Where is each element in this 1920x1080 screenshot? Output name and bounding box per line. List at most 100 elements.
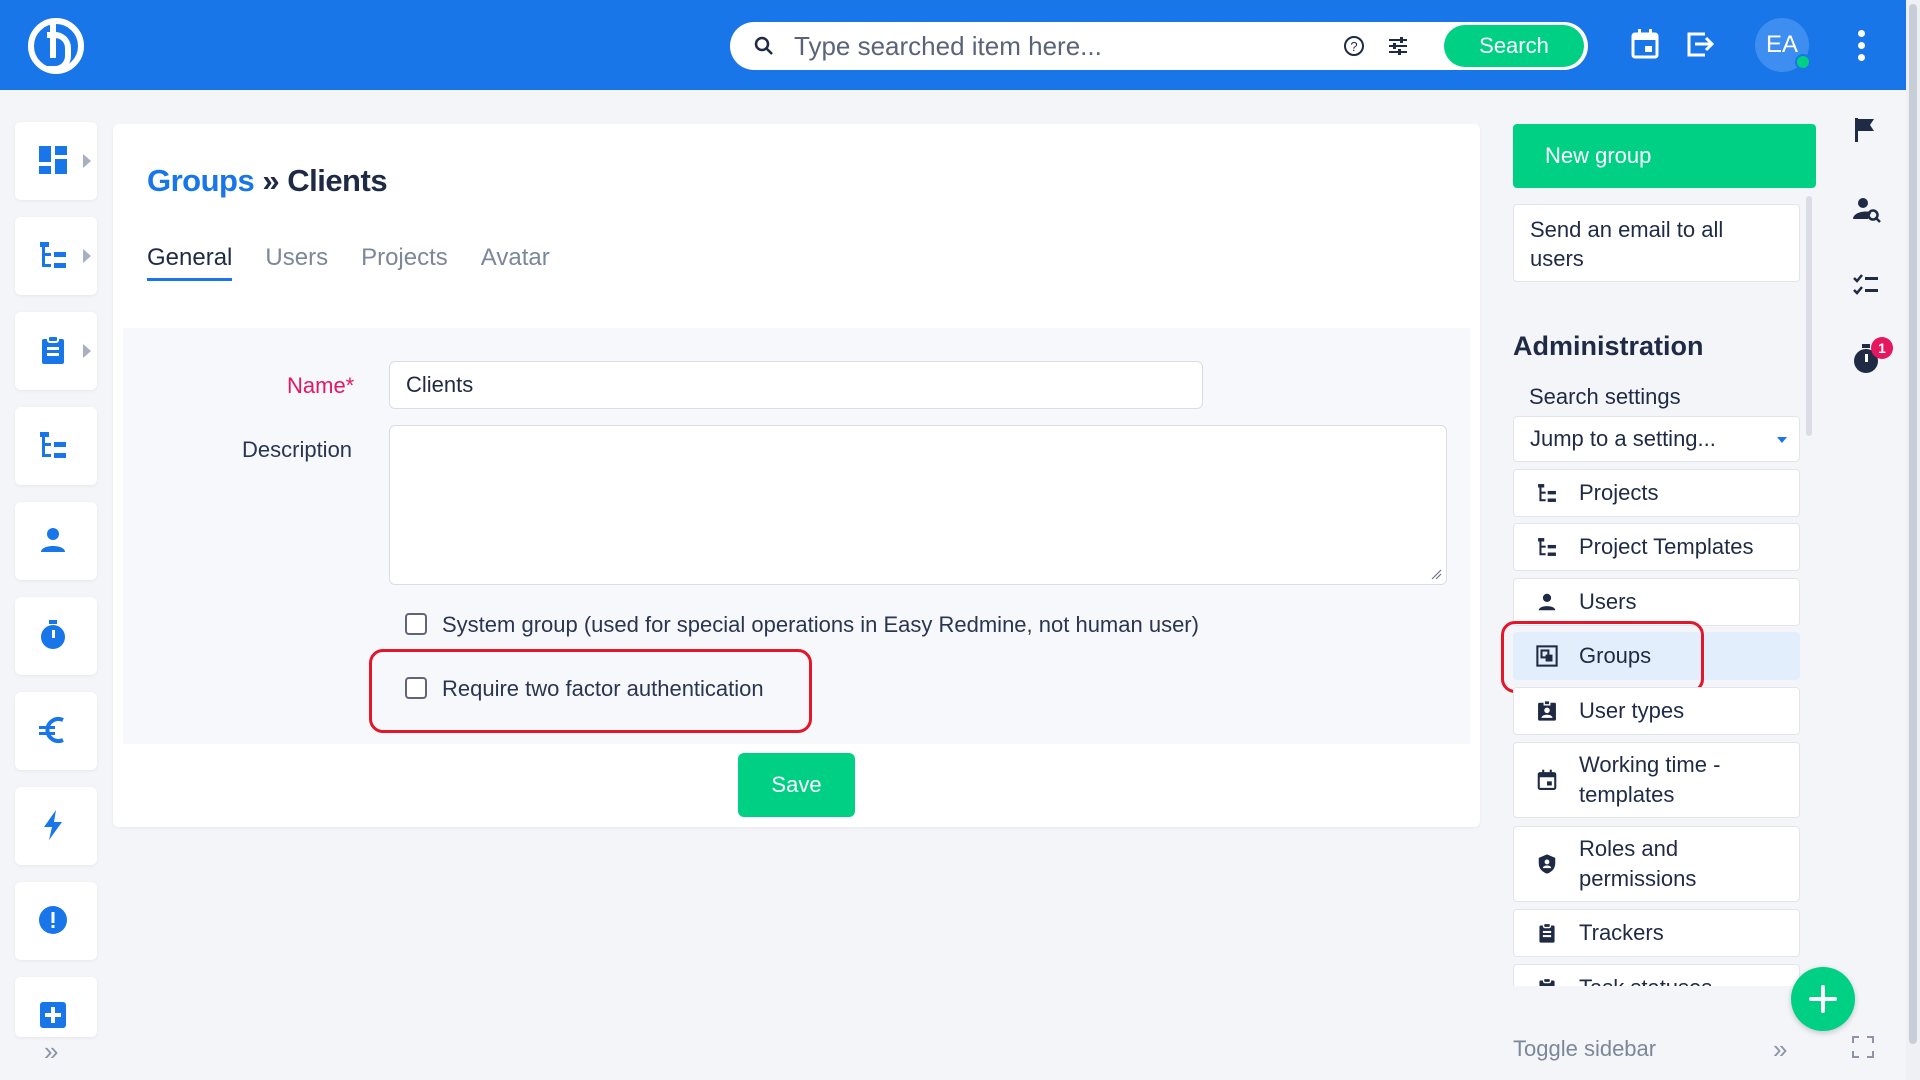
logout-icon[interactable] — [1685, 28, 1715, 60]
quick-add-button[interactable] — [1791, 967, 1855, 1031]
tab-projects[interactable]: Projects — [361, 244, 448, 281]
user-search-icon[interactable] — [1852, 195, 1882, 225]
tab-bar: General Users Projects Avatar — [147, 244, 550, 281]
tab-users[interactable]: Users — [265, 244, 328, 281]
resize-grip-icon[interactable] — [1430, 568, 1442, 580]
name-field[interactable]: Clients — [389, 361, 1203, 409]
add-box-icon — [40, 1002, 66, 1028]
search-input[interactable] — [794, 28, 1334, 64]
tab-avatar[interactable]: Avatar — [481, 244, 550, 281]
sidebar-item-roles[interactable]: Roles and permissions — [1513, 826, 1800, 902]
administration-heading: Administration — [1513, 331, 1704, 361]
dropdown-caret-icon — [1777, 437, 1787, 443]
expand-arrow-icon — [83, 154, 91, 168]
sidebar-item-label: Project Templates — [1579, 534, 1754, 559]
sidebar-item-working-time[interactable]: Working time - templates — [1513, 742, 1800, 818]
two-factor-checkbox[interactable] — [405, 677, 427, 699]
nav-projects[interactable] — [15, 217, 97, 295]
search-button[interactable]: Search — [1444, 25, 1584, 67]
system-group-hint: (used for special operations in Easy Red… — [583, 612, 1199, 637]
nav-dashboard[interactable] — [15, 122, 97, 200]
dashboard-icon — [39, 146, 67, 174]
jump-to-setting-text: Jump to a setting... — [1530, 426, 1716, 451]
sidebar-item-label: Trackers — [1579, 920, 1664, 945]
nav-tasks[interactable] — [15, 312, 97, 390]
page-title: Groups » Clients — [147, 163, 388, 199]
sidebar-item-users[interactable]: Users — [1513, 578, 1800, 626]
help-icon[interactable]: ? — [1342, 34, 1366, 58]
toggle-sidebar-link[interactable]: Toggle sidebar — [1513, 1036, 1656, 1062]
description-label: Description — [242, 437, 353, 462]
project-tree-icon — [1538, 538, 1556, 556]
timer-badge: 1 — [1871, 337, 1893, 359]
name-label: Name* — [287, 373, 355, 398]
id-badge-icon — [1538, 700, 1556, 721]
clipboard-icon — [1539, 922, 1555, 943]
sidebar-item-user-types[interactable]: User types — [1513, 687, 1800, 735]
system-group-label-text: System group — [442, 612, 578, 637]
expand-arrow-icon — [83, 344, 91, 358]
calendar-icon — [1537, 769, 1557, 790]
expand-nav-icon[interactable]: » — [44, 1036, 58, 1067]
fullscreen-icon[interactable] — [1852, 1036, 1874, 1058]
sidebar-item-label: Roles and permissions — [1579, 836, 1697, 891]
search-settings-label: Search settings — [1529, 384, 1681, 409]
two-factor-label[interactable]: Require two factor authentication — [442, 676, 764, 702]
send-email-button[interactable]: Send an email to all users — [1513, 204, 1800, 282]
description-field[interactable] — [389, 425, 1447, 585]
page-scrollbar[interactable] — [1906, 0, 1920, 1080]
save-button[interactable]: Save — [738, 753, 855, 817]
highlight-groups — [1501, 621, 1704, 693]
calendar-icon[interactable] — [1630, 28, 1660, 60]
user-avatar[interactable]: EA — [1755, 18, 1811, 72]
new-group-button[interactable]: New group — [1513, 124, 1816, 188]
top-bar: ? Search EA — [0, 0, 1920, 90]
project-tree-icon — [40, 432, 66, 458]
clipboard-icon — [42, 335, 64, 364]
nav-project-templates[interactable] — [15, 407, 97, 485]
nav-finance[interactable] — [15, 692, 97, 770]
lightning-icon — [44, 810, 62, 840]
more-menu-icon[interactable] — [1858, 30, 1866, 66]
clipboard-icon — [1539, 977, 1555, 986]
sidebar-item-label: Users — [1579, 589, 1637, 614]
breadcrumb-separator: » — [254, 163, 288, 198]
user-initials: EA — [1765, 31, 1798, 58]
nav-alerts[interactable] — [15, 882, 97, 960]
stopwatch-icon — [41, 620, 65, 649]
group-name-title: Clients — [287, 163, 388, 198]
toggle-sidebar-icon[interactable]: » — [1773, 1034, 1787, 1065]
system-group-label[interactable]: System group (used for special operation… — [442, 612, 1199, 638]
search-icon — [754, 36, 773, 55]
sidebar-item-label: Projects — [1579, 480, 1659, 505]
online-status-dot — [1795, 54, 1811, 70]
sidebar-item-task-statuses[interactable]: Task statuses — [1513, 964, 1800, 986]
sidebar-item-label: Working time - templates — [1579, 752, 1721, 807]
breadcrumb-groups-link[interactable]: Groups — [147, 163, 255, 198]
sidebar-item-label: Task statuses — [1579, 973, 1712, 986]
tab-general[interactable]: General — [147, 244, 233, 281]
sidebar-item-projects[interactable]: Projects — [1513, 469, 1800, 517]
jump-to-setting-select[interactable]: Jump to a setting... — [1513, 416, 1800, 462]
system-group-checkbox[interactable] — [405, 613, 427, 635]
nav-users[interactable] — [15, 502, 97, 580]
sidebar-scrollbar[interactable] — [1806, 196, 1812, 436]
sidebar-item-label: User types — [1579, 698, 1685, 723]
flag-icon[interactable] — [1852, 116, 1878, 144]
euro-icon — [39, 717, 64, 743]
user-icon — [1538, 593, 1556, 611]
page-scrollbar-thumb[interactable] — [1909, 4, 1917, 1044]
sidebar-item-trackers[interactable]: Trackers — [1513, 909, 1800, 957]
checklist-icon[interactable] — [1852, 272, 1880, 298]
svg-text:?: ? — [1350, 39, 1357, 54]
user-icon — [41, 528, 65, 552]
filter-settings-icon[interactable] — [1386, 34, 1410, 58]
project-tree-icon — [40, 242, 66, 268]
sidebar-item-project-templates[interactable]: Project Templates — [1513, 523, 1800, 571]
app-logo[interactable] — [28, 18, 84, 74]
nav-quick-actions[interactable] — [15, 787, 97, 865]
nav-time-tracking[interactable] — [15, 597, 97, 675]
nav-add[interactable] — [15, 977, 97, 1037]
shield-icon — [1538, 854, 1556, 874]
project-tree-icon — [1538, 484, 1556, 502]
